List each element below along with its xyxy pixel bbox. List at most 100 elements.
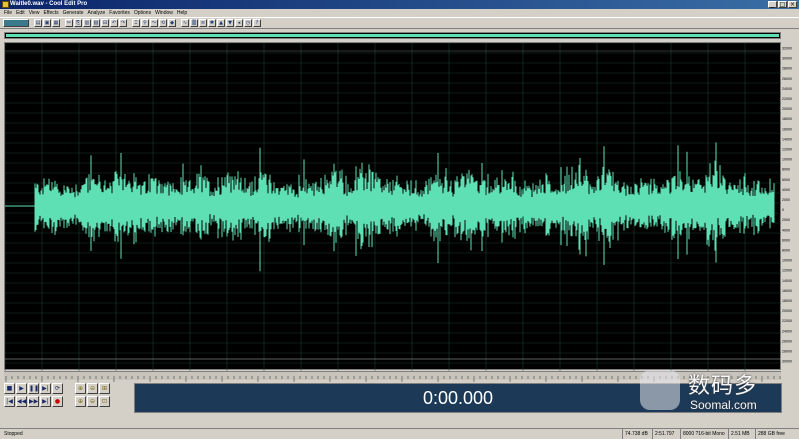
menu-effects[interactable]: Effects: [41, 9, 60, 17]
amplitude-tick-label: 30000: [782, 57, 792, 61]
watermark-logo-icon: [640, 370, 680, 410]
amplitude-ruler: 32000 30000 28000 26000 24000 22000 20000 18000…: [781, 42, 799, 370]
mix-paste-icon[interactable]: ▧: [92, 19, 100, 27]
zoom-icon[interactable]: ⚲: [141, 19, 149, 27]
undo-icon[interactable]: ↶: [110, 19, 118, 27]
status-field: 74.738 dB: [622, 429, 648, 439]
maximize-icon[interactable]: □: [778, 1, 787, 8]
overview-strip[interactable]: [4, 32, 781, 39]
spectral-icon[interactable]: ▒: [190, 19, 198, 27]
amplitude-tick-label: 4000: [782, 188, 790, 192]
help-icon[interactable]: ?: [253, 19, 261, 27]
cut-icon[interactable]: ✂: [65, 19, 73, 27]
cool-edit-window: Waitle0.wav - Cool Edit Pro _ □ × File Ed…: [0, 0, 799, 439]
amplitude-tick-label: 14000: [782, 279, 792, 283]
amplitude-tick-label: 32000: [782, 47, 792, 51]
zoom-full-icon[interactable]: ⊞: [99, 383, 110, 394]
frequency-icon[interactable]: ∿: [181, 19, 189, 27]
menu-options[interactable]: Options: [132, 9, 153, 17]
save-icon[interactable]: ▣: [43, 19, 51, 27]
amplitude-tick-label: 8000: [782, 168, 790, 172]
redo-icon[interactable]: ↷: [119, 19, 127, 27]
amplitude-tick-label: 20000: [782, 309, 792, 313]
menu-edit[interactable]: Edit: [14, 9, 27, 17]
copy-icon[interactable]: ⎘: [74, 19, 82, 27]
amplitude-tick-label: 26000: [782, 339, 792, 343]
noise-icon[interactable]: ✱: [208, 19, 216, 27]
go-end-icon[interactable]: ▶|: [40, 396, 51, 407]
close-icon[interactable]: ×: [788, 1, 797, 8]
amplitude-tick-label: 12000: [782, 269, 792, 273]
paste-icon[interactable]: ▥: [83, 19, 91, 27]
amplitude-tick-label: 12000: [782, 148, 792, 152]
zoom-in-icon[interactable]: ⊕: [75, 383, 86, 394]
play-icon[interactable]: ▶: [16, 383, 27, 394]
zoom-in-vertical-icon[interactable]: ⊕: [75, 396, 86, 407]
rewind-icon[interactable]: ◀◀: [16, 396, 27, 407]
status-field: 2.51 MB: [728, 429, 750, 439]
amplitude-tick-label: 6000: [782, 178, 790, 182]
title-bar: Waitle0.wav - Cool Edit Pro _ □ ×: [0, 0, 799, 9]
menu-file[interactable]: File: [0, 9, 14, 17]
zoom-out-vertical-icon[interactable]: ⊖: [87, 396, 98, 407]
normalize-icon[interactable]: ▼: [226, 19, 234, 27]
minimize-icon[interactable]: _: [768, 1, 777, 8]
amplitude-tick-label: 28000: [782, 67, 792, 71]
record-icon[interactable]: ●: [52, 396, 63, 407]
fast-forward-icon[interactable]: ▶▶: [28, 396, 39, 407]
app-icon: [2, 1, 9, 8]
amplitude-tick-label: 30000: [782, 360, 792, 364]
cue-icon[interactable]: ◆: [168, 19, 176, 27]
amplitude-tick-label: 2000: [782, 218, 790, 222]
watermark-cn: 数码多: [688, 374, 758, 399]
amplitude-tick-label: 16000: [782, 289, 792, 293]
envelope-icon[interactable]: 〜: [150, 19, 158, 27]
menu-favorites[interactable]: Favorites: [107, 9, 132, 17]
status-state: Stopped: [4, 431, 23, 437]
status-field: 2:51.797: [652, 429, 674, 439]
select-icon[interactable]: ⌶: [132, 19, 140, 27]
open-icon[interactable]: ▤: [34, 19, 42, 27]
menu-help[interactable]: Help: [175, 9, 189, 17]
watermark: 数码多 Soomal.com: [640, 366, 790, 416]
pause-icon[interactable]: ❚❚: [28, 383, 39, 394]
menu-analyze[interactable]: Analyze: [86, 9, 108, 17]
amplitude-tick-label: 24000: [782, 329, 792, 333]
save-all-icon[interactable]: ▦: [52, 19, 60, 27]
go-start-icon[interactable]: |◀: [4, 396, 15, 407]
amplitude-tick-label: 22000: [782, 97, 792, 101]
amplitude-tick-label: 4000: [782, 228, 790, 232]
amplitude-tick-label: 18000: [782, 299, 792, 303]
reverse-icon[interactable]: ◂: [235, 19, 243, 27]
status-field: 288 GB free: [755, 429, 785, 439]
amplitude-tick-label: 16000: [782, 127, 792, 131]
zoom-controls: ⊕ ⊖ ⊞ ⊕ ⊖ ⊡: [75, 383, 130, 413]
stop-icon[interactable]: ■: [4, 383, 15, 394]
menu-window[interactable]: Window: [153, 9, 175, 17]
transport-controls: ■ ▶ ❚❚ ▶| ⟳ |◀ ◀◀ ▶▶ ▶| ●: [4, 383, 76, 413]
zoom-selection-icon[interactable]: ⊡: [99, 396, 110, 407]
amplitude-tick-label: 8000: [782, 249, 790, 253]
amplitude-tick-label: 10000: [782, 259, 792, 263]
waveform-icon[interactable]: ≋: [199, 19, 207, 27]
amplify-icon[interactable]: ▲: [217, 19, 225, 27]
amplitude-tick-label: 14000: [782, 137, 792, 141]
time-icon[interactable]: ◷: [244, 19, 252, 27]
mode-toggle-icon[interactable]: [3, 19, 29, 27]
window-title: Waitle0.wav - Cool Edit Pro: [10, 1, 88, 7]
watermark-en: Soomal.com: [690, 398, 757, 412]
loop-icon[interactable]: ⟳: [52, 383, 63, 394]
amplitude-tick-label: 26000: [782, 77, 792, 81]
zoom-out-icon[interactable]: ⊖: [87, 383, 98, 394]
menu-generate[interactable]: Generate: [61, 9, 86, 17]
overview-range: [6, 34, 779, 37]
trim-icon[interactable]: ⊟: [101, 19, 109, 27]
waveform-display[interactable]: [4, 42, 782, 371]
amplitude-tick-label: 10000: [782, 158, 792, 162]
menu-view[interactable]: View: [27, 9, 42, 17]
loop-icon[interactable]: ⟲: [159, 19, 167, 27]
amplitude-tick-label: 20000: [782, 107, 792, 111]
amplitude-tick-label: 18000: [782, 117, 792, 121]
amplitude-tick-label: 28000: [782, 350, 792, 354]
play-to-end-icon[interactable]: ▶|: [40, 383, 51, 394]
